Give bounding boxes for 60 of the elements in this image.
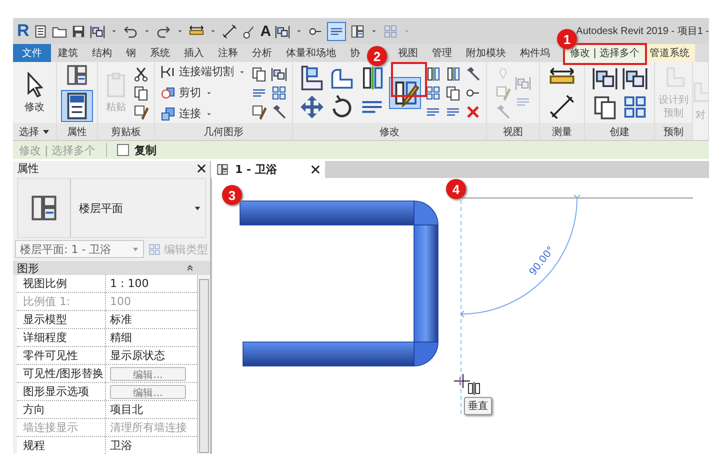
property-name: 方向 [17, 401, 106, 418]
property-name: 零件可见性 [17, 347, 106, 364]
property-name: 视图比例 [17, 275, 106, 292]
ribbon-tab[interactable]: 修改 | 选择多个 [565, 44, 645, 62]
panel-label[interactable]: 创建 [585, 123, 654, 140]
panel-label[interactable]: 预制 [655, 123, 692, 140]
property-name: 墙连接显示 [17, 419, 106, 436]
property-name: 详细程度 [17, 329, 106, 346]
property-value: 1 : 100 [110, 277, 149, 290]
instance-dropdown[interactable]: 楼层平面: 1 - 卫浴 [15, 240, 144, 258]
section-header: 图形 [17, 260, 39, 276]
panel-label[interactable]: 测量 [540, 123, 584, 140]
ribbon-tab[interactable]: 插入 [183, 44, 205, 62]
ribbon-button[interactable]: 修改 [22, 72, 48, 114]
ribbon-tab[interactable]: 分析 [251, 44, 273, 62]
ribbon-tab[interactable]: 视图 [397, 44, 419, 62]
ribbon-tab[interactable]: 协 [349, 44, 361, 62]
type-selector[interactable]: 楼层平面 [17, 178, 206, 238]
panel-label[interactable]: 修改 [293, 123, 486, 140]
property-value: 100 [110, 295, 131, 308]
panel-label[interactable]: 属性 [57, 123, 97, 140]
property-name: 规程 [17, 437, 106, 454]
property-value: 项目北 [110, 402, 143, 417]
ribbon-button[interactable]: 连接端切割 [160, 64, 247, 80]
panel-title: 属性 [17, 161, 39, 176]
property-value: 标准 [110, 312, 132, 327]
panel-label[interactable]: 几何图形 [155, 123, 292, 140]
edit-button[interactable]: 编辑... [110, 366, 186, 380]
ribbon-tab[interactable]: 结构 [91, 44, 113, 62]
text-tool[interactable]: A [260, 22, 272, 40]
ribbon-tab[interactable]: 管道系统 [644, 44, 695, 62]
edit-button[interactable]: 编辑... [110, 384, 186, 398]
tooltip: 垂直 [464, 397, 492, 415]
view-tab[interactable]: 1 - 卫浴 [211, 161, 325, 178]
property-value: 清理所有墙连接 [110, 420, 187, 435]
panel-label[interactable]: 选择 [13, 123, 56, 140]
ribbon-tab[interactable]: 体量和场地 [285, 44, 337, 62]
ribbon-tab[interactable]: 注释 [217, 44, 239, 62]
ribbon-tab[interactable]: 系统 [149, 44, 171, 62]
property-value: 卫浴 [110, 438, 132, 453]
window-title: Autodesk Revit 2019 - 项目1 - [576, 25, 709, 38]
property-value: 显示原状态 [110, 348, 165, 363]
ribbon-tab[interactable]: 钢 [125, 44, 137, 62]
panel-label[interactable]: 剪贴板 [98, 123, 154, 140]
property-name: 显示模型 [17, 311, 106, 328]
property-value: 精细 [110, 330, 132, 345]
property-name: 图形显示选项 [17, 383, 106, 400]
property-name: 可见性/图形替换 [17, 365, 106, 382]
app-logo[interactable]: R [17, 21, 30, 41]
ribbon-tab[interactable]: 建筑 [57, 44, 79, 62]
property-name: 比例值 1: [17, 293, 106, 310]
panel-label[interactable]: 视图 [487, 123, 539, 140]
mode-label: 修改 | 选择多个 [19, 142, 96, 158]
ribbon-tab[interactable]: 管理 [431, 44, 453, 62]
ribbon-tab[interactable]: 文件 [13, 44, 51, 62]
checkbox-label[interactable]: 复制 [134, 142, 157, 158]
ribbon-tab[interactable]: 附加模块 [465, 44, 507, 62]
ribbon-button[interactable]: 剪切 [160, 84, 214, 100]
ribbon-tab[interactable]: 构件坞 [519, 44, 551, 62]
ribbon-button[interactable]: 连接 [160, 106, 214, 122]
